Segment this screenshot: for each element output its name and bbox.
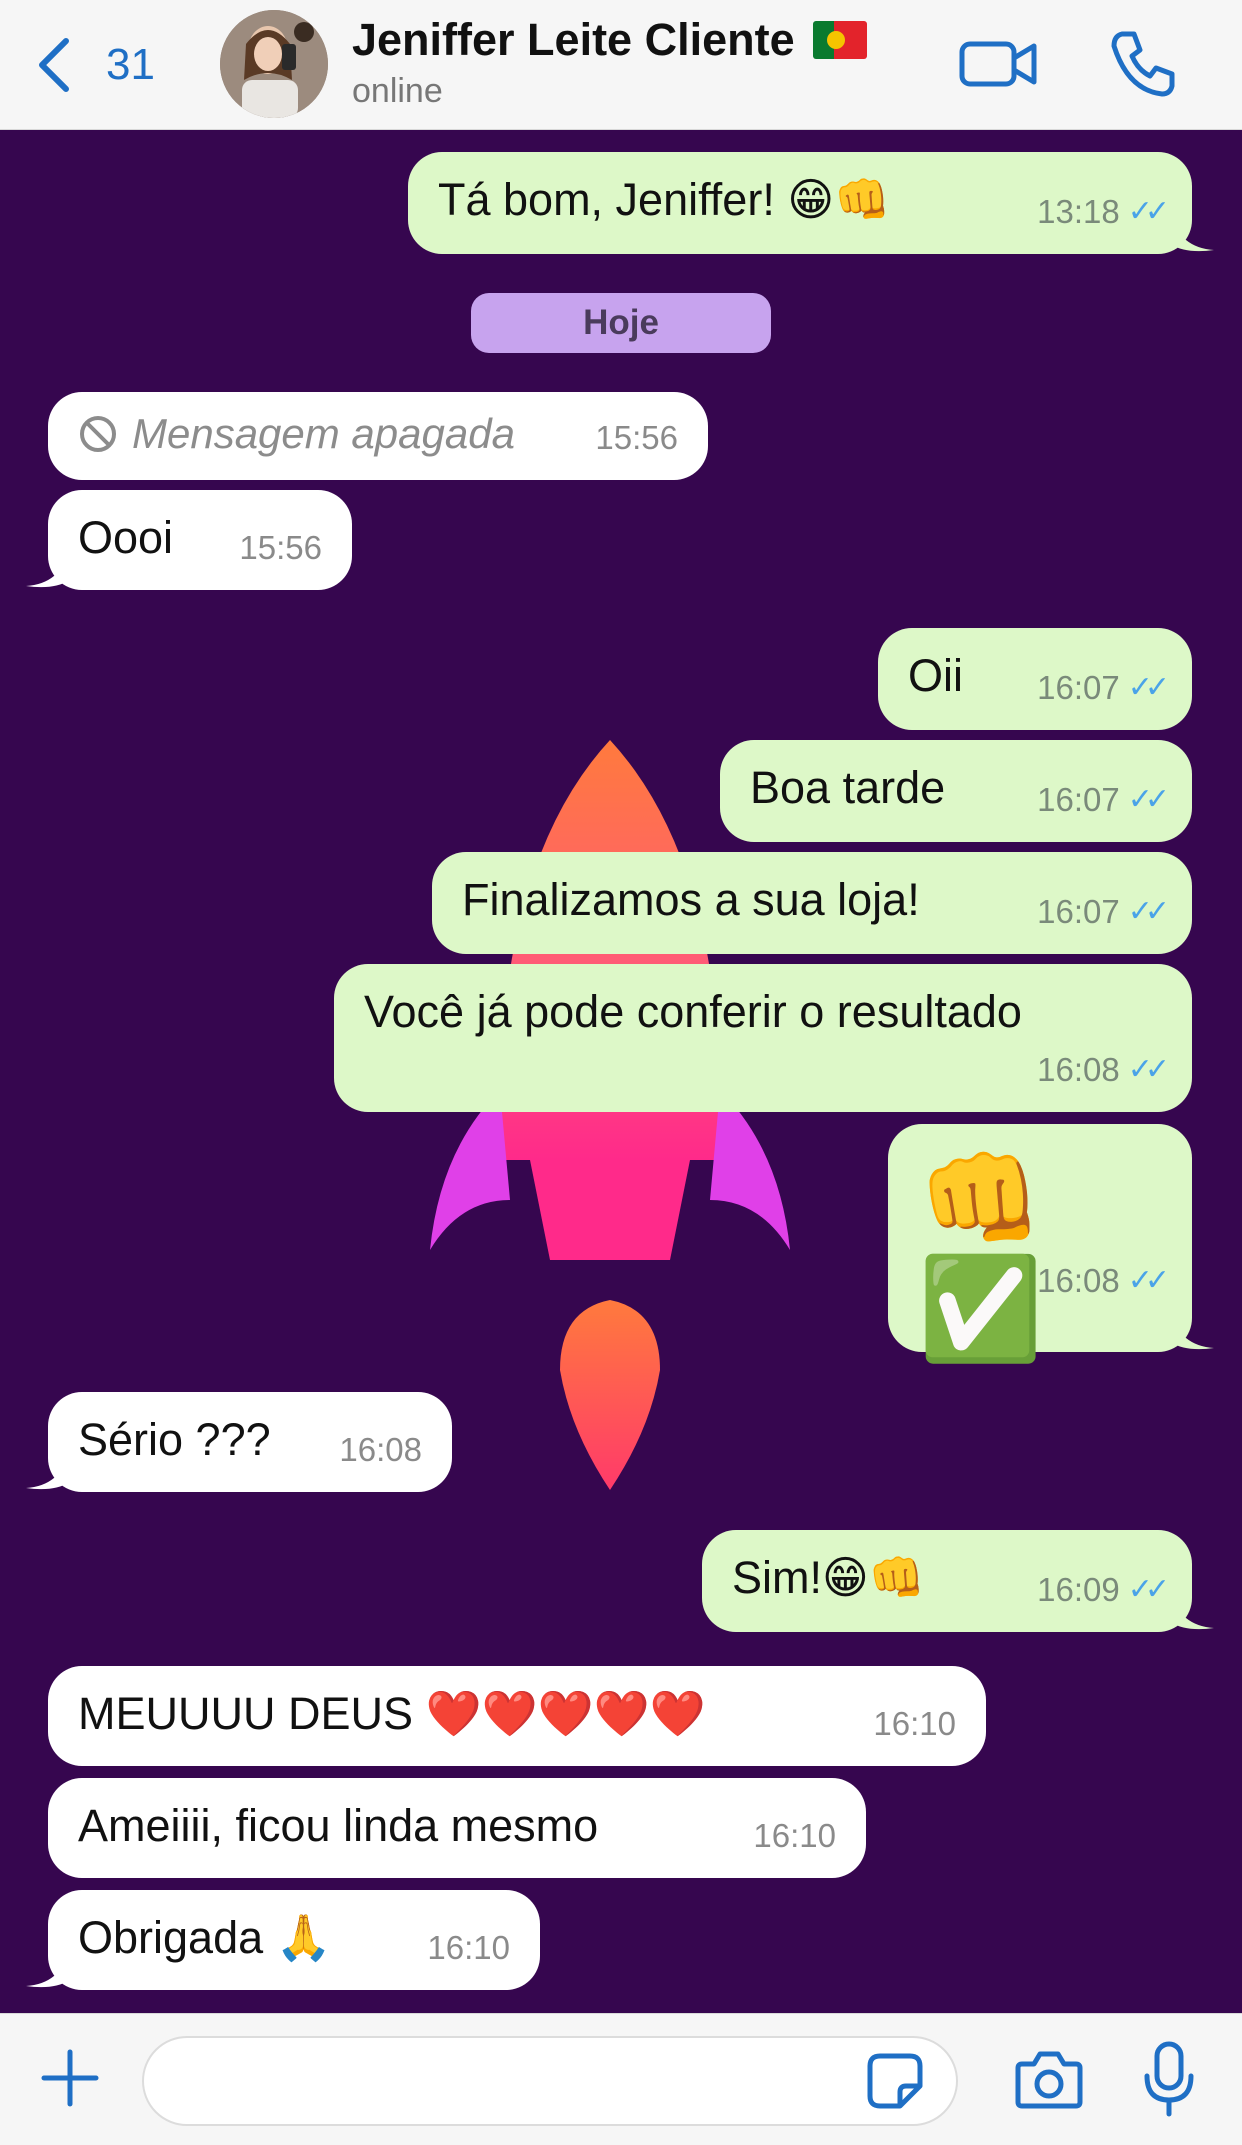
date-separator: Hoje (471, 293, 771, 353)
message-text: 👊✅ (918, 1143, 1043, 1365)
contact-status: online (352, 72, 443, 110)
chat-area[interactable]: Tá bom, Jeniffer! 😁👊 13:18 ✓✓ Hoje Mensag… (0, 130, 1242, 2013)
bubble-tail (1170, 1592, 1214, 1630)
message-time: 16:07 ✓✓ (1037, 774, 1170, 826)
message-bubble[interactable]: Obrigada 🙏 16:10 (26, 1890, 540, 1990)
message-time: 13:18 ✓✓ (1037, 186, 1170, 238)
message-bubble-deleted[interactable]: Mensagem apagada 15:56 (48, 392, 708, 480)
read-ticks-icon: ✓✓ (1127, 1053, 1170, 1086)
deleted-message: Mensagem apagada (78, 408, 678, 460)
read-ticks-icon: ✓✓ (1127, 895, 1170, 928)
message-time: 16:09 ✓✓ (1037, 1564, 1170, 1616)
message-time: 16:07 ✓✓ (1037, 886, 1170, 938)
camera-icon (1015, 2051, 1083, 2109)
message-input-bar (0, 2013, 1242, 2145)
read-ticks-icon: ✓✓ (1127, 195, 1170, 228)
message-text: MEUUUU DEUS ❤️❤️❤️❤️❤️ (78, 1688, 706, 1739)
message-bubble[interactable]: MEUUUU DEUS ❤️❤️❤️❤️❤️ 16:10 (48, 1666, 986, 1766)
message-bubble[interactable]: Oooi 15:56 (26, 490, 352, 590)
message-bubble[interactable]: Você já pode conferir o resultado 16:08 ✓… (334, 964, 1192, 1112)
message-text: Ameiiii, ficou linda mesmo (78, 1800, 599, 1851)
message-bubble[interactable]: Finalizamos a sua loja! 16:07 ✓✓ (432, 852, 1192, 954)
contact-name[interactable]: Jeniffer Leite Cliente (352, 14, 867, 66)
chevron-left-icon (39, 38, 69, 92)
prohibited-icon (80, 416, 116, 452)
bubble-tail (26, 550, 70, 588)
message-time: 16:08 ✓✓ (1037, 1226, 1170, 1336)
sticker-button[interactable] (866, 2052, 924, 2115)
camera-button[interactable] (1014, 2048, 1084, 2115)
message-bubble[interactable]: Oii 16:07 ✓✓ (878, 628, 1192, 730)
message-bubble[interactable]: Boa tarde 16:07 ✓✓ (720, 740, 1192, 842)
chat-header: 31 Jeniffer Leite Cliente online (0, 0, 1242, 130)
message-text: Obrigada 🙏 (78, 1912, 332, 1963)
message-bubble[interactable]: Ameiiii, ficou linda mesmo 16:10 (48, 1778, 866, 1878)
video-call-button[interactable] (958, 28, 1038, 103)
bubble-tail (26, 1452, 70, 1490)
sticker-icon (867, 2053, 923, 2109)
message-text: Oooi (78, 512, 174, 563)
message-time: 15:56 (595, 419, 678, 456)
plus-icon (41, 2049, 99, 2107)
contact-name-text: Jeniffer Leite Cliente (352, 14, 795, 65)
read-ticks-icon: ✓✓ (1127, 783, 1170, 816)
message-time: 15:56 (239, 529, 322, 566)
voice-record-button[interactable] (1142, 2040, 1196, 2123)
message-bubble[interactable]: Tá bom, Jeniffer! 😁👊 13:18 ✓✓ (408, 152, 1214, 254)
bubble-tail (1170, 1312, 1214, 1350)
message-input[interactable] (142, 2036, 958, 2126)
message-text: Sério ??? (78, 1414, 271, 1465)
bubble-tail (1170, 214, 1214, 252)
message-time: 16:10 (873, 1705, 956, 1742)
message-bubble[interactable]: Sério ??? 16:08 (26, 1392, 452, 1492)
microphone-icon (1144, 2041, 1194, 2117)
message-text: Boa tarde (750, 762, 946, 813)
message-time: 16:10 (753, 1817, 836, 1854)
video-camera-icon (959, 41, 1037, 87)
read-ticks-icon: ✓✓ (1127, 1264, 1170, 1297)
read-ticks-icon: ✓✓ (1127, 671, 1170, 704)
message-text: Finalizamos a sua loja! (462, 874, 920, 925)
message-time: 16:08 (339, 1431, 422, 1468)
message-text: Sim!😁👊 (732, 1552, 925, 1603)
message-text: Oii (908, 650, 963, 701)
message-time: 16:07 ✓✓ (1037, 662, 1170, 714)
message-bubble-emoji[interactable]: 👊✅ 16:08 ✓✓ (888, 1124, 1214, 1364)
read-ticks-icon: ✓✓ (1127, 1573, 1170, 1606)
back-button[interactable]: 31 (36, 30, 155, 100)
attach-button[interactable] (38, 2046, 102, 2115)
rocket-wallpaper (430, 740, 790, 1490)
phone-icon (1111, 31, 1175, 97)
bubble-tail (26, 1950, 70, 1988)
message-text: Você já pode conferir o resultado (364, 986, 1022, 1037)
message-time: 16:10 (427, 1929, 510, 1966)
unread-count: 31 (106, 40, 155, 89)
message-text: Tá bom, Jeniffer! 😁👊 (438, 174, 891, 225)
message-time: 16:08 ✓✓ (1037, 1044, 1170, 1096)
portugal-flag-icon (812, 21, 867, 59)
message-bubble[interactable]: Sim!😁👊 16:09 ✓✓ (702, 1530, 1214, 1632)
voice-call-button[interactable] (1108, 28, 1178, 103)
avatar[interactable] (220, 10, 328, 118)
